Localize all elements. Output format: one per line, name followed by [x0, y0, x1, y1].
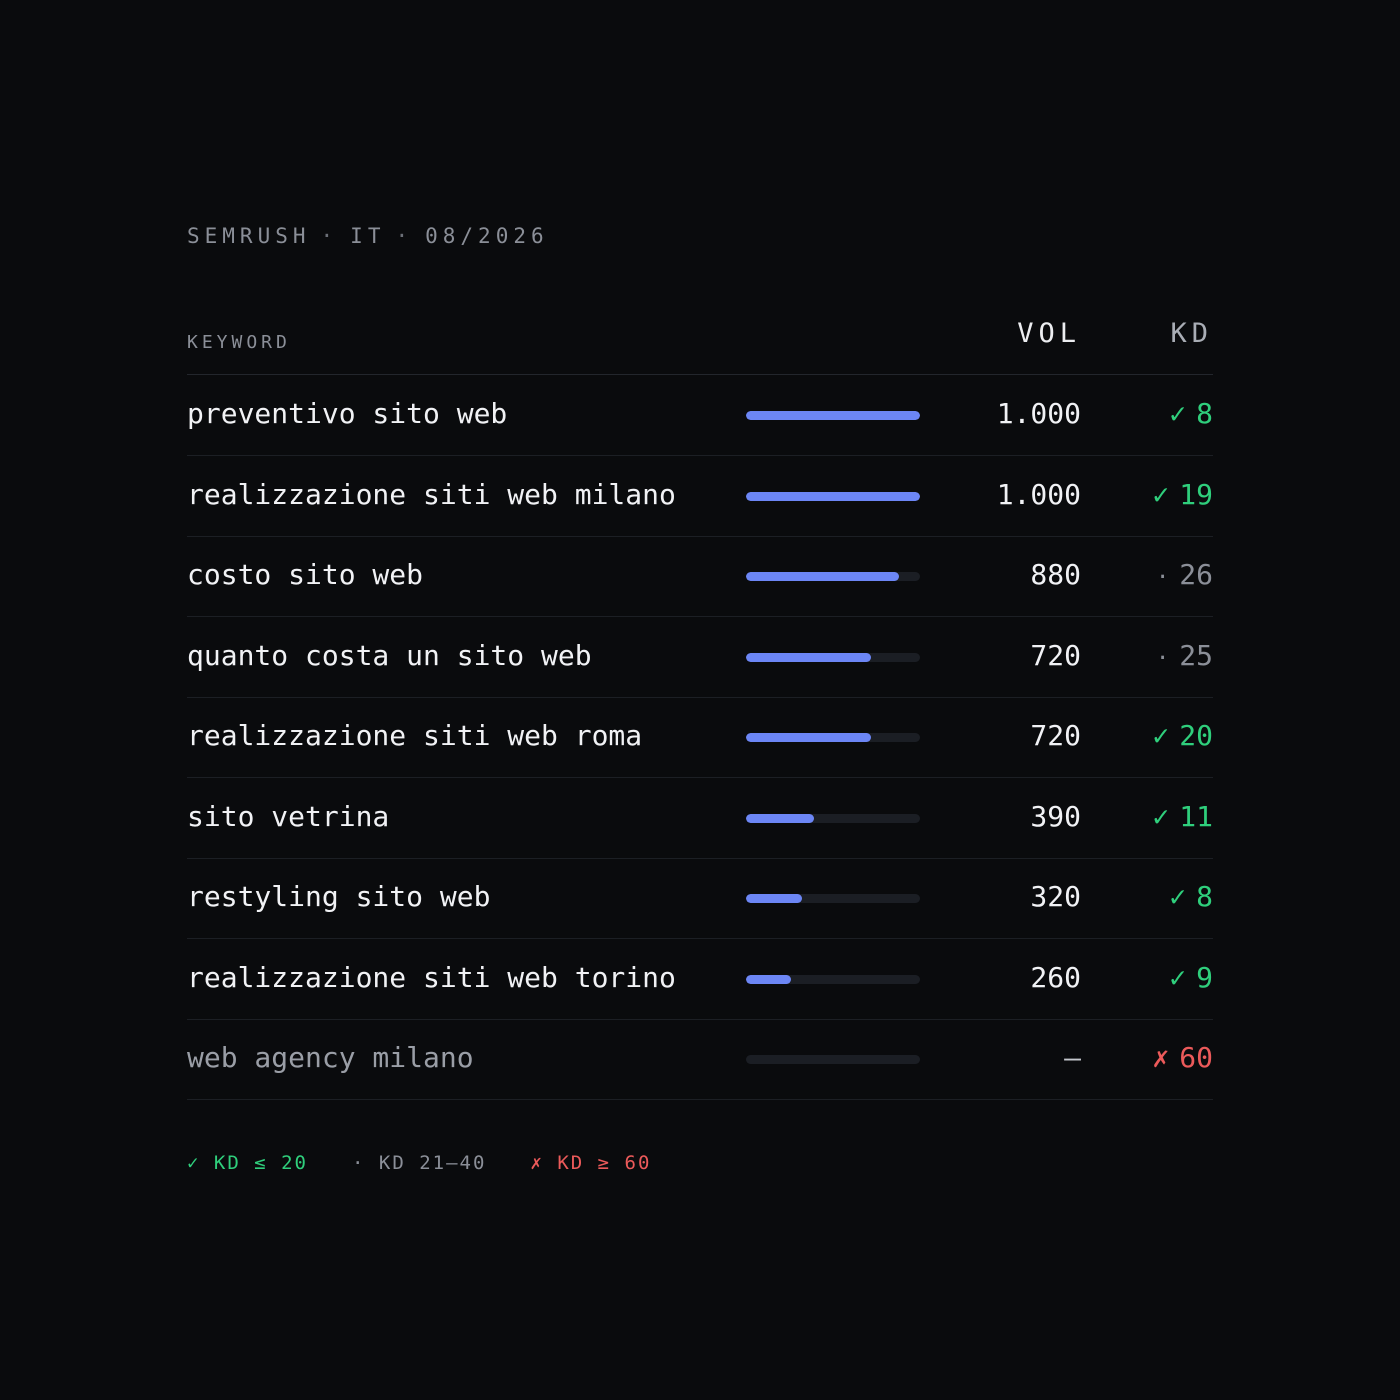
legend-label: KD 21–40 [378, 1152, 487, 1174]
volume-bar [746, 572, 900, 581]
kd-cell: ✓ 8 [1169, 397, 1213, 430]
kd-cell: ✓ 11 [1152, 800, 1213, 833]
volume-cell: 720 [1030, 719, 1081, 752]
volume-bar [746, 733, 872, 742]
keyword-cell: sito vetrina [187, 799, 390, 833]
volume-bar [746, 652, 872, 662]
kd-status-icon: ✓ [1169, 880, 1187, 913]
volume-bar-track [746, 733, 920, 742]
table-row: quanto costa un sito web 720 · 25 [187, 617, 1213, 698]
report-meta: SEMRUSH · IT · 08/2026 [187, 224, 549, 248]
meta-separator: · [320, 224, 339, 248]
meta-source: SEMRUSH [187, 224, 311, 248]
kd-value: 8 [1196, 880, 1213, 913]
keyword-cell: quanto costa un sito web [187, 638, 592, 672]
volume-bar [746, 894, 802, 903]
keyword-cell: realizzazione siti web torino [187, 960, 676, 994]
legend-icon: ✓ [187, 1152, 201, 1174]
volume-bar-track [746, 572, 920, 581]
legend-item: ✓ KD ≤ 20 [187, 1152, 308, 1174]
legend-label: KD ≥ 60 [557, 1152, 652, 1174]
volume-cell: — [1064, 1041, 1081, 1074]
table-row: preventivo sito web 1.000 ✓ 8 [187, 375, 1213, 456]
kd-cell: ✓ 8 [1169, 880, 1213, 913]
column-header-kd: KD [1170, 318, 1213, 349]
volume-cell: 1.000 [996, 477, 1081, 511]
keyword-cell: realizzazione siti web roma [187, 719, 643, 752]
column-header-keyword: KEYWORD [187, 332, 291, 353]
volume-cell: 880 [1030, 558, 1081, 591]
kd-value: 11 [1179, 799, 1213, 833]
volume-bar-track [746, 894, 920, 903]
volume-bar [746, 411, 920, 420]
kd-value: 9 [1196, 960, 1213, 994]
volume-bar-track [746, 813, 920, 823]
kd-status-icon: ✓ [1169, 960, 1187, 994]
table-row: realizzazione siti web milano 1.000 ✓ 19 [187, 456, 1213, 537]
volume-bar-track [746, 491, 920, 501]
keyword-cell: realizzazione siti web milano [187, 477, 676, 511]
table-row: web agency milano — ✗ 60 [187, 1019, 1213, 1100]
legend-item: · KD 21–40 [352, 1152, 486, 1174]
legend-item: ✗ KD ≥ 60 [530, 1152, 651, 1174]
volume-cell: 390 [1030, 799, 1081, 833]
kd-status-icon: ✗ [1152, 1041, 1170, 1074]
volume-bar-track [746, 652, 920, 662]
kd-status-icon: · [1156, 645, 1170, 671]
keyword-cell: preventivo sito web [187, 397, 508, 430]
kd-value: 25 [1179, 638, 1213, 672]
volume-cell: 720 [1030, 638, 1081, 672]
volume-bar-track [746, 411, 920, 420]
meta-separator: · [395, 224, 414, 248]
column-header-vol: VOL [1017, 318, 1081, 349]
kd-cell: · 25 [1156, 639, 1213, 672]
volume-bar [746, 491, 920, 501]
keyword-cell: costo sito web [187, 558, 424, 591]
legend-icon: · [351, 1152, 366, 1174]
table-row: costo sito web 880 · 26 [187, 536, 1213, 617]
kd-status-icon: · [1156, 565, 1170, 590]
kd-value: 60 [1179, 1041, 1213, 1074]
kd-status-icon: ✓ [1152, 799, 1170, 833]
kd-status-icon: ✓ [1169, 397, 1187, 430]
kd-cell: ✓ 19 [1152, 478, 1213, 511]
kd-value: 26 [1179, 558, 1213, 591]
kd-value: 8 [1196, 397, 1213, 430]
kd-status-icon: ✓ [1152, 477, 1170, 511]
volume-bar [746, 974, 792, 984]
volume-bar [746, 813, 814, 823]
kd-value: 20 [1179, 719, 1213, 752]
volume-cell: 320 [1030, 880, 1081, 913]
table-row: restyling sito web 320 ✓ 8 [187, 858, 1213, 939]
kd-legend: ✓ KD ≤ 20 · KD 21–40 ✗ KD ≥ 60 [187, 1152, 695, 1174]
kd-cell: ✓ 9 [1169, 961, 1213, 994]
table-header: KEYWORD VOL KD [187, 318, 1213, 375]
kd-cell: · 26 [1156, 558, 1213, 591]
legend-label: KD ≤ 20 [213, 1152, 308, 1174]
kd-value: 19 [1179, 477, 1213, 511]
kd-cell: ✓ 20 [1152, 719, 1213, 752]
volume-bar-track [746, 1055, 920, 1064]
volume-cell: 260 [1030, 960, 1081, 994]
meta-country: IT [350, 224, 386, 248]
volume-bar-track [746, 974, 920, 984]
keyword-cell: restyling sito web [187, 880, 491, 913]
kd-status-icon: ✓ [1152, 719, 1170, 752]
volume-cell: 1.000 [996, 397, 1081, 430]
legend-icon: ✗ [530, 1152, 544, 1174]
table-row: realizzazione siti web torino 260 ✓ 9 [187, 939, 1213, 1020]
kd-cell: ✗ 60 [1152, 1041, 1213, 1074]
meta-date: 08/2026 [425, 224, 549, 248]
table-row: realizzazione siti web roma 720 ✓ 20 [187, 697, 1213, 778]
keyword-cell: web agency milano [187, 1041, 474, 1074]
table-row: sito vetrina 390 ✓ 11 [187, 778, 1213, 859]
